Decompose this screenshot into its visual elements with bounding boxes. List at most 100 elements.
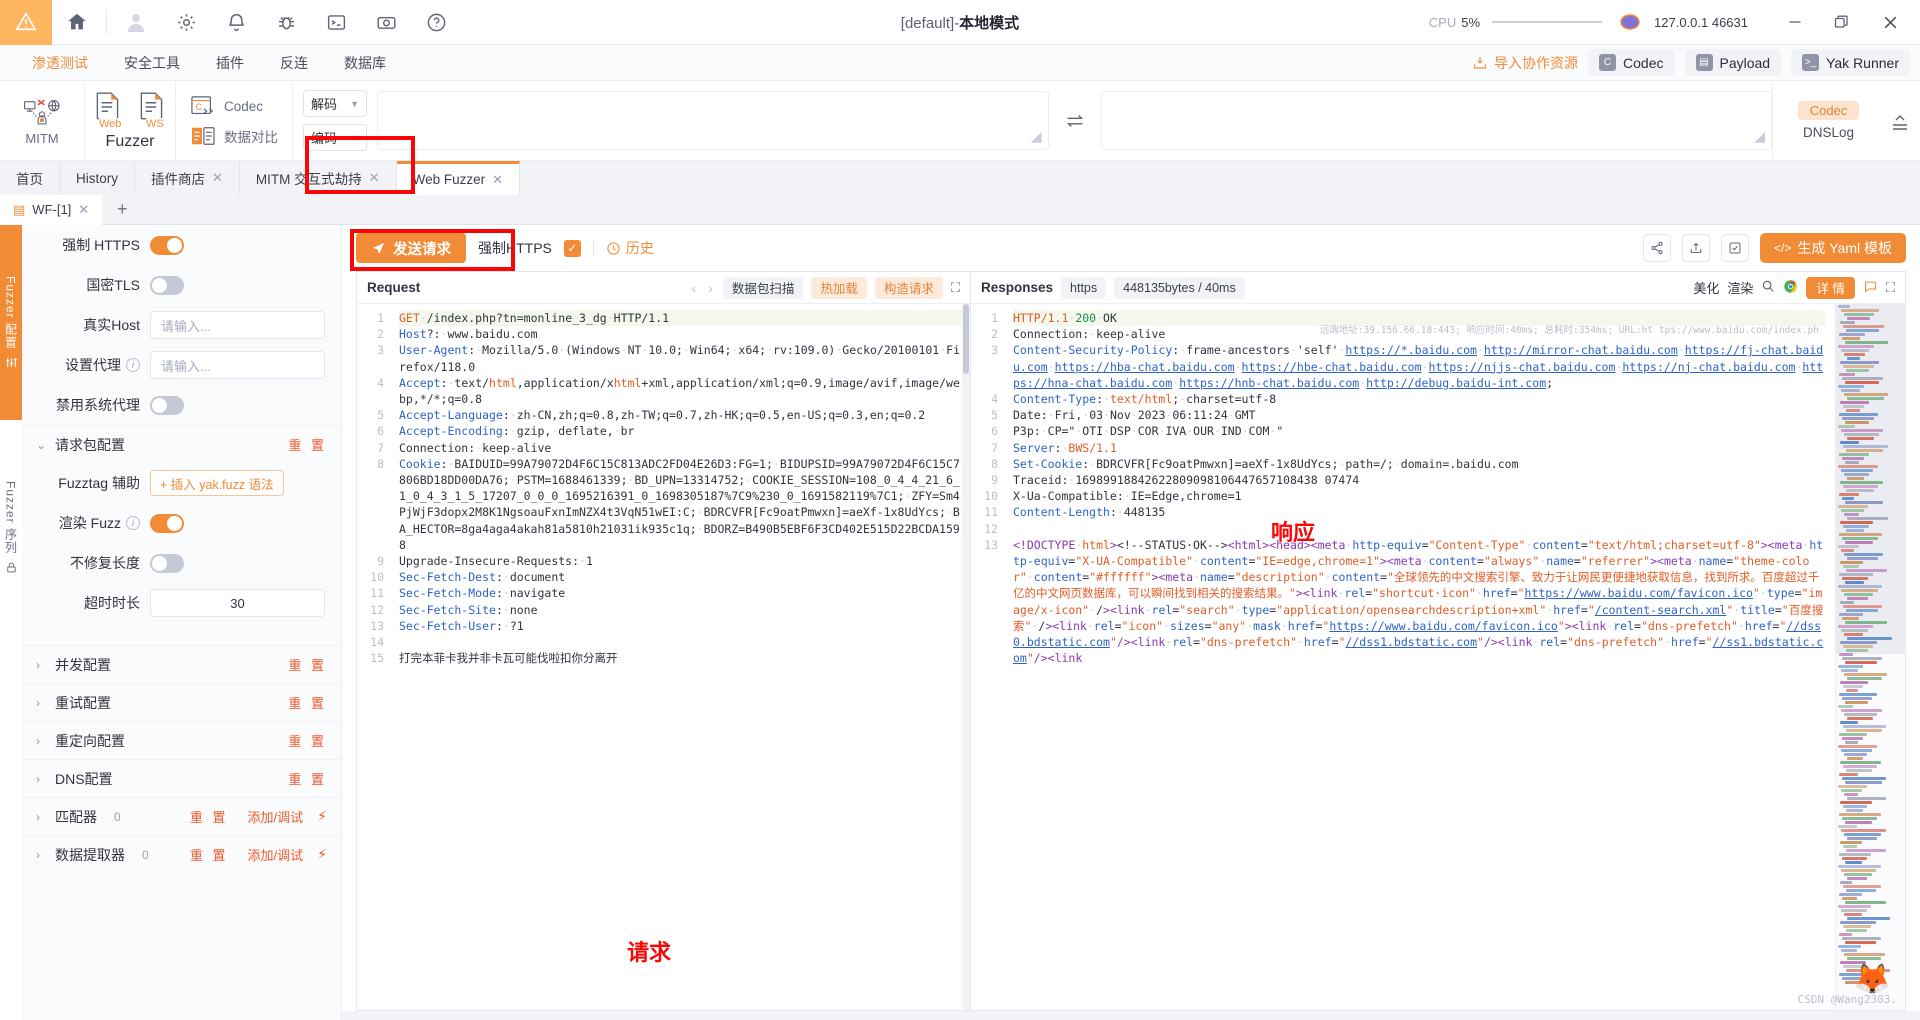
comment-icon[interactable]	[1863, 279, 1878, 297]
terminal-icon[interactable]	[311, 0, 361, 45]
reset-button[interactable]: 重 置	[288, 655, 327, 674]
web-fuzzer-button[interactable]: Web	[91, 90, 125, 130]
close-button[interactable]	[1864, 0, 1916, 45]
codec-input-area[interactable]: ◢	[377, 91, 1049, 150]
reset-button[interactable]: 重 置	[288, 731, 327, 750]
gear-icon[interactable]	[161, 0, 211, 45]
extractor-add-debug-button[interactable]: 添加/调试	[248, 845, 304, 864]
camera-icon[interactable]	[361, 0, 411, 45]
share-icon[interactable]	[1643, 234, 1671, 262]
page-tab-label: 首页	[16, 172, 43, 187]
force-https-toggle[interactable]	[150, 235, 184, 255]
disable-system-proxy-toggle[interactable]	[150, 395, 184, 415]
annotation-box-web-fuzzer	[305, 136, 415, 194]
expand-icon[interactable]: ⛶	[1886, 280, 1895, 296]
rail-fuzzer-config[interactable]: Fuzzer 配置	[0, 225, 22, 420]
user-icon[interactable]	[111, 0, 161, 45]
menu-item-plugins[interactable]: 插件	[198, 53, 262, 73]
section-dns-config[interactable]: › DNS配置 重 置	[22, 759, 341, 797]
dnslog-button[interactable]: DNSLog	[1803, 125, 1854, 140]
section-matcher[interactable]: › 匹配器 0 重 置 添加/调试 ⚡	[22, 797, 341, 835]
section-retry-config[interactable]: › 重试配置 重 置	[22, 683, 341, 721]
close-icon[interactable]: ✕	[78, 202, 89, 218]
section-concurrency-config[interactable]: › 并发配置 重 置	[22, 645, 341, 683]
close-icon[interactable]: ✕	[492, 172, 503, 188]
mitm-tool-button[interactable]: MITM	[6, 83, 78, 159]
yak-runner-button[interactable]: >_ Yak Runner	[1791, 49, 1910, 76]
hot-reload-button[interactable]: 热加载	[811, 276, 867, 299]
bug-icon[interactable]	[261, 0, 311, 45]
info-icon[interactable]: i	[126, 358, 140, 372]
home-icon[interactable]	[52, 0, 102, 45]
response-minimap[interactable]	[1835, 304, 1905, 1010]
reset-button[interactable]: 重 置	[288, 435, 327, 454]
menu-item-reverse[interactable]: 反连	[262, 53, 326, 73]
prev-request-button[interactable]: ‹	[690, 280, 699, 296]
expand-icon[interactable]: ⛶	[951, 280, 960, 296]
response-source[interactable]: HTTP/1.1·200·OK Connection:·keep-alive Con…	[1005, 304, 1833, 1010]
codec-tool-button[interactable]: C Codec	[190, 95, 278, 119]
reset-button[interactable]: 重 置	[288, 693, 327, 712]
no-fix-length-toggle[interactable]	[150, 553, 184, 573]
check-square-icon[interactable]	[1721, 234, 1749, 262]
codec-button[interactable]: C Codec	[1588, 49, 1675, 76]
request-scrollbar[interactable]	[962, 304, 970, 1010]
reset-button[interactable]: 重 置	[190, 807, 229, 826]
export-icon[interactable]	[1682, 234, 1710, 262]
render-button[interactable]: 渲染	[1727, 278, 1753, 297]
menu-item-pentest[interactable]: 渗透测试	[14, 53, 106, 73]
section-request-config[interactable]: ⌄ 请求包配置 重 置	[22, 425, 341, 463]
fuzzer-tab-wf1[interactable]: ▤ WF-[1] ✕	[0, 194, 103, 225]
build-request-button[interactable]: 构造请求	[874, 276, 943, 299]
matcher-add-debug-button[interactable]: 添加/调试	[248, 807, 304, 826]
page-tab-home[interactable]: 首页	[0, 161, 60, 195]
menu-item-sectools[interactable]: 安全工具	[106, 53, 198, 73]
add-fuzzer-tab-button[interactable]: +	[102, 199, 142, 220]
page-tab-plugin-store[interactable]: 插件商店 ✕	[135, 161, 240, 195]
section-extractor[interactable]: › 数据提取器 0 重 置 添加/调试 ⚡	[22, 835, 341, 873]
payload-button[interactable]: ▤ Payload	[1684, 49, 1782, 76]
bottom-scrollbar[interactable]	[342, 1011, 1920, 1020]
codec-output-area[interactable]: ◢	[1100, 91, 1772, 150]
page-tab-history[interactable]: History	[60, 161, 136, 195]
history-button[interactable]: 历史	[606, 238, 654, 258]
close-icon[interactable]: ✕	[212, 170, 223, 186]
reset-button[interactable]: 重 置	[190, 845, 229, 864]
render-fuzz-toggle[interactable]	[150, 513, 184, 533]
info-icon[interactable]: i	[126, 516, 140, 530]
ribbon-collapse-button[interactable]	[1888, 81, 1912, 161]
real-host-input[interactable]: 请输入...	[150, 311, 325, 339]
next-request-button[interactable]: ›	[706, 280, 715, 296]
timeout-input[interactable]: 30	[150, 589, 325, 617]
minimap-line	[1846, 929, 1867, 932]
codec-badge[interactable]: Codec	[1797, 101, 1860, 120]
request-editor[interactable]: 1 2 3 4 5 6 7 8 9 10 11 12 13 14 15 GET·/index.php?tn=…	[357, 304, 970, 1010]
swap-button[interactable]	[1049, 81, 1101, 160]
search-icon[interactable]	[1761, 279, 1775, 296]
decode-select[interactable]: 解码 ▼	[303, 90, 367, 117]
bell-icon[interactable]	[211, 0, 261, 45]
section-redirect-config[interactable]: › 重定向配置 重 置	[22, 721, 341, 759]
ws-fuzzer-button[interactable]: WS	[135, 90, 169, 130]
packet-scan-button[interactable]: 数据包扫描	[722, 276, 804, 299]
beautify-button[interactable]: 美化	[1693, 278, 1719, 297]
response-editor[interactable]: 1 2 3 4 5 6 7 8 9 10 11 12 13 HTTP/1.1·200·OK Connect…	[971, 304, 1905, 1010]
import-collab-resource-button[interactable]: 导入协作资源	[1472, 53, 1578, 73]
generate-yaml-button[interactable]: </> 生成 Yaml 模板	[1760, 233, 1906, 263]
data-compare-button[interactable]: 数据对比	[190, 125, 278, 147]
help-icon[interactable]	[411, 0, 461, 45]
chrome-icon[interactable]	[1783, 279, 1798, 297]
proxy-input[interactable]: 请输入...	[150, 351, 325, 379]
gm-tls-toggle[interactable]	[150, 275, 184, 295]
rail-fuzzer-sequence[interactable]: Fuzzer 序列	[0, 420, 22, 635]
minimize-button[interactable]	[1772, 0, 1818, 45]
insert-fuzztag-button[interactable]: + 插入 yak.fuzz 语法	[150, 470, 284, 496]
reset-button[interactable]: 重 置	[288, 769, 327, 788]
maximize-button[interactable]	[1818, 0, 1864, 45]
menu-item-database[interactable]: 数据库	[326, 53, 404, 73]
request-source[interactable]: GET·/index.php?tn=monline_3_dg·HTTP/1.1 H…	[391, 304, 970, 1010]
detail-button[interactable]: 详 情	[1806, 276, 1855, 299]
force-https-checkbox[interactable]: ✓	[563, 239, 581, 257]
warning-icon[interactable]	[0, 0, 52, 45]
page-tab-web-fuzzer[interactable]: Web Fuzzer ✕	[396, 161, 521, 195]
